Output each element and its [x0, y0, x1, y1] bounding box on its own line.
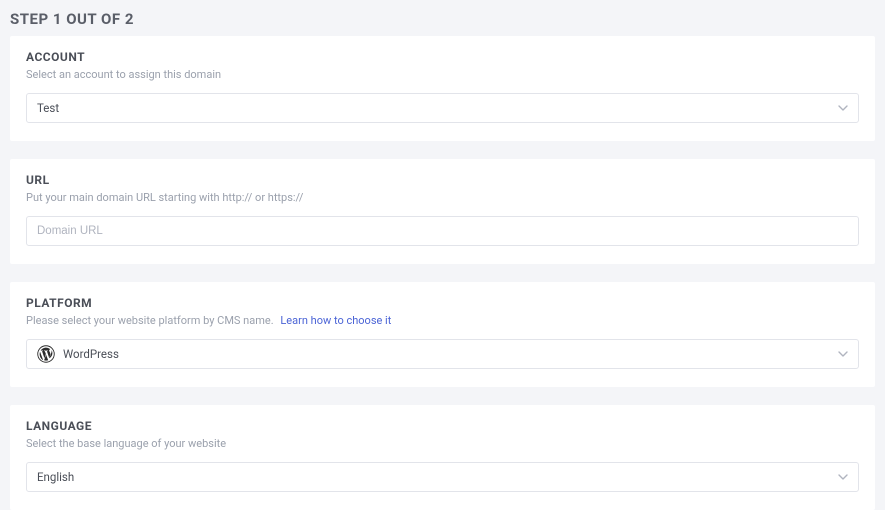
platform-subtitle-text: Please select your website platform by C… [26, 314, 274, 327]
language-subtitle: Select the base language of your website [26, 437, 859, 450]
wordpress-icon [37, 345, 55, 363]
url-title: URL [26, 173, 859, 187]
platform-select-value: WordPress [63, 347, 119, 361]
platform-card: PLATFORM Please select your website plat… [10, 282, 875, 387]
url-subtitle: Put your main domain URL starting with h… [26, 191, 859, 204]
language-select[interactable]: English [26, 462, 859, 492]
platform-title: PLATFORM [26, 296, 859, 310]
platform-learn-link[interactable]: Learn how to choose it [280, 314, 391, 327]
account-select[interactable]: Test [26, 93, 859, 123]
chevron-down-icon [838, 474, 848, 480]
url-card: URL Put your main domain URL starting wi… [10, 159, 875, 264]
account-subtitle: Select an account to assign this domain [26, 68, 859, 81]
account-title: ACCOUNT [26, 50, 859, 64]
platform-select[interactable]: WordPress [26, 339, 859, 369]
account-select-value: Test [37, 101, 59, 115]
chevron-down-icon [838, 105, 848, 111]
step-title: STEP 1 OUT OF 2 [0, 0, 885, 36]
chevron-down-icon [838, 351, 848, 357]
url-input[interactable] [26, 216, 859, 246]
language-card: LANGUAGE Select the base language of you… [10, 405, 875, 510]
account-card: ACCOUNT Select an account to assign this… [10, 36, 875, 141]
platform-subtitle: Please select your website platform by C… [26, 314, 859, 327]
language-title: LANGUAGE [26, 419, 859, 433]
language-select-value: English [37, 470, 74, 484]
